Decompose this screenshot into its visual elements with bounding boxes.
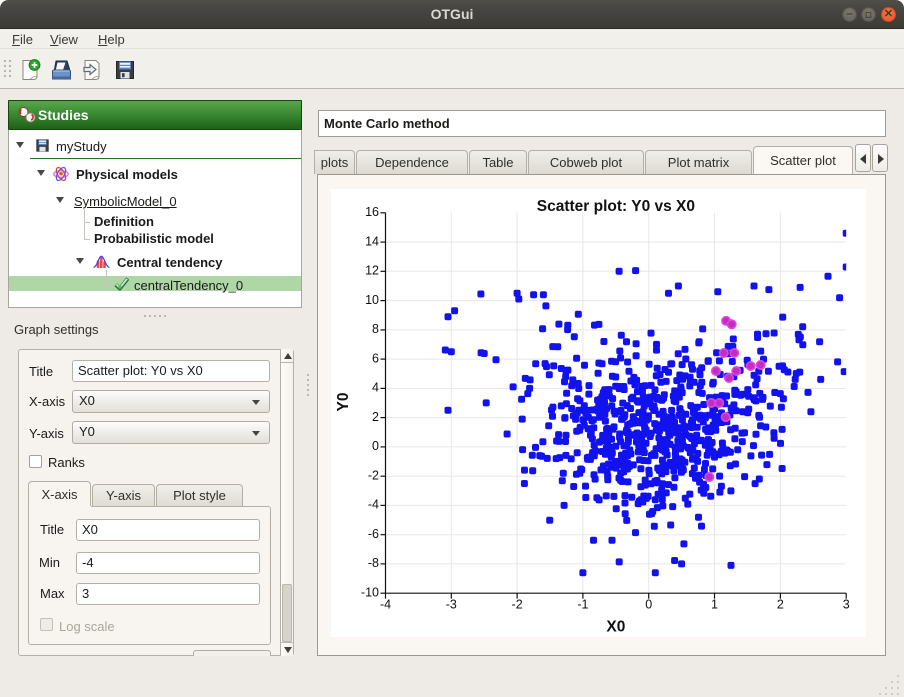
- svg-text:-10: -10: [361, 585, 379, 599]
- svg-text:2: 2: [777, 598, 784, 612]
- svg-text:1: 1: [711, 598, 718, 612]
- svg-text:-2: -2: [512, 598, 523, 612]
- svg-text:4: 4: [372, 381, 379, 395]
- svg-text:12: 12: [365, 264, 379, 278]
- svg-text:0: 0: [645, 598, 652, 612]
- svg-text:0: 0: [372, 439, 379, 453]
- svg-text:-1: -1: [577, 598, 588, 612]
- svg-text:-2: -2: [368, 468, 379, 482]
- svg-text:-3: -3: [446, 598, 457, 612]
- svg-text:14: 14: [365, 234, 379, 248]
- svg-text:-8: -8: [368, 556, 379, 570]
- svg-text:6: 6: [372, 351, 379, 365]
- svg-text:Scatter plot: Y0 vs X0: Scatter plot: Y0 vs X0: [537, 198, 695, 215]
- svg-text:-4: -4: [368, 498, 379, 512]
- svg-text:16: 16: [365, 205, 379, 219]
- svg-text:Y0: Y0: [335, 393, 352, 412]
- svg-text:-4: -4: [380, 598, 391, 612]
- svg-text:3: 3: [843, 598, 850, 612]
- svg-text:X0: X0: [606, 619, 625, 636]
- svg-text:10: 10: [365, 293, 379, 307]
- svg-text:-6: -6: [368, 527, 379, 541]
- svg-text:8: 8: [372, 322, 379, 336]
- svg-text:2: 2: [372, 410, 379, 424]
